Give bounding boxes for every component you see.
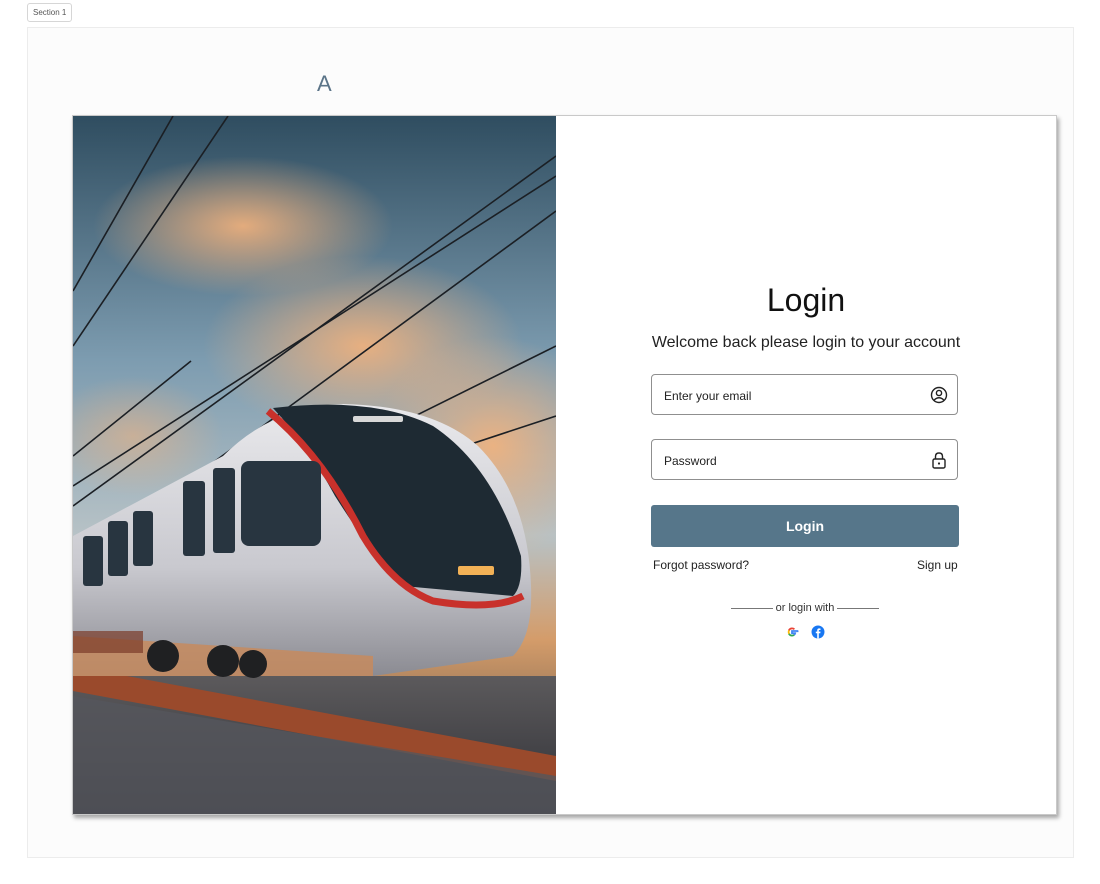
divider-text: or login with [775,602,835,614]
password-input[interactable] [662,440,926,481]
divider-line-right [837,607,880,609]
divider-line-left [731,607,773,609]
sign-up-link[interactable]: Sign up [917,558,958,572]
password-field[interactable] [651,439,958,481]
forgot-password-link[interactable]: Forgot password? [653,558,749,572]
login-card: Login Welcome back please login to your … [72,115,1057,815]
facebook-icon[interactable] [811,625,825,639]
section-label: Section 1 [27,3,73,22]
social-divider: or login with [731,601,880,615]
hero-image [73,116,556,814]
user-circle-icon [930,386,948,404]
email-input[interactable] [662,375,926,416]
email-field[interactable] [651,374,958,416]
login-form-panel: Login Welcome back please login to your … [556,116,1056,814]
login-subtitle: Welcome back please login to your accoun… [651,334,961,351]
lock-icon [932,452,946,469]
google-icon[interactable] [785,625,799,639]
login-title: Login [766,282,846,318]
variant-letter: A [317,71,332,96]
login-button[interactable]: Login [651,505,959,547]
train-illustration [73,116,556,814]
